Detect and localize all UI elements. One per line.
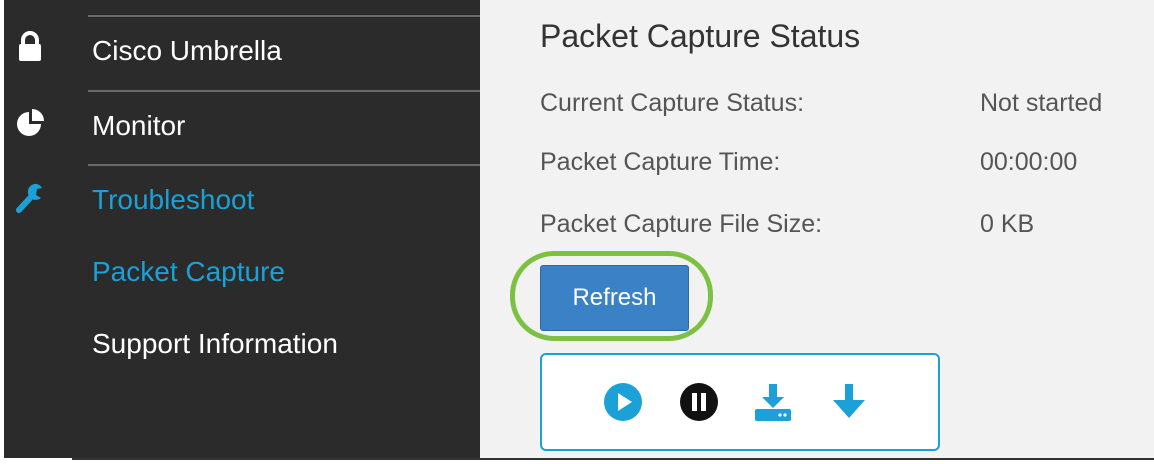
file-size-value: 0 KB: [980, 210, 1035, 238]
sidebar-divider: [88, 90, 481, 92]
sidebar-item-support-information[interactable]: Support Information: [92, 328, 338, 360]
wrench-icon: [16, 183, 42, 213]
main-panel: Packet Capture Status Current Capture St…: [480, 0, 1154, 458]
sidebar-divider: [88, 15, 481, 17]
sidebar-item-monitor[interactable]: Monitor: [92, 110, 185, 142]
lock-icon: [19, 31, 41, 61]
play-icon[interactable]: [602, 381, 644, 423]
sidebar-item-cisco-umbrella[interactable]: Cisco Umbrella: [92, 35, 282, 67]
page-title: Packet Capture Status: [540, 18, 861, 54]
download-arrow-icon[interactable]: [828, 381, 870, 423]
sidebar-item-troubleshoot[interactable]: Troubleshoot: [92, 184, 254, 216]
refresh-button[interactable]: Refresh: [540, 265, 689, 331]
capture-status-value: Not started: [980, 89, 1103, 117]
capture-time-value: 00:00:00: [980, 148, 1078, 176]
capture-toolbar: [540, 353, 940, 451]
sidebar: Cisco Umbrella Monitor Troubleshoot Pack…: [4, 0, 481, 458]
file-size-label: Packet Capture File Size:: [540, 210, 823, 238]
bottom-border: [72, 458, 1154, 460]
sidebar-divider: [88, 164, 481, 166]
download-to-device-icon[interactable]: [752, 381, 794, 423]
capture-status-label: Current Capture Status:: [540, 89, 805, 117]
pause-icon[interactable]: [678, 381, 720, 423]
sidebar-item-packet-capture[interactable]: Packet Capture: [92, 256, 285, 288]
pie-chart-icon: [17, 109, 44, 136]
capture-time-label: Packet Capture Time:: [540, 148, 781, 176]
